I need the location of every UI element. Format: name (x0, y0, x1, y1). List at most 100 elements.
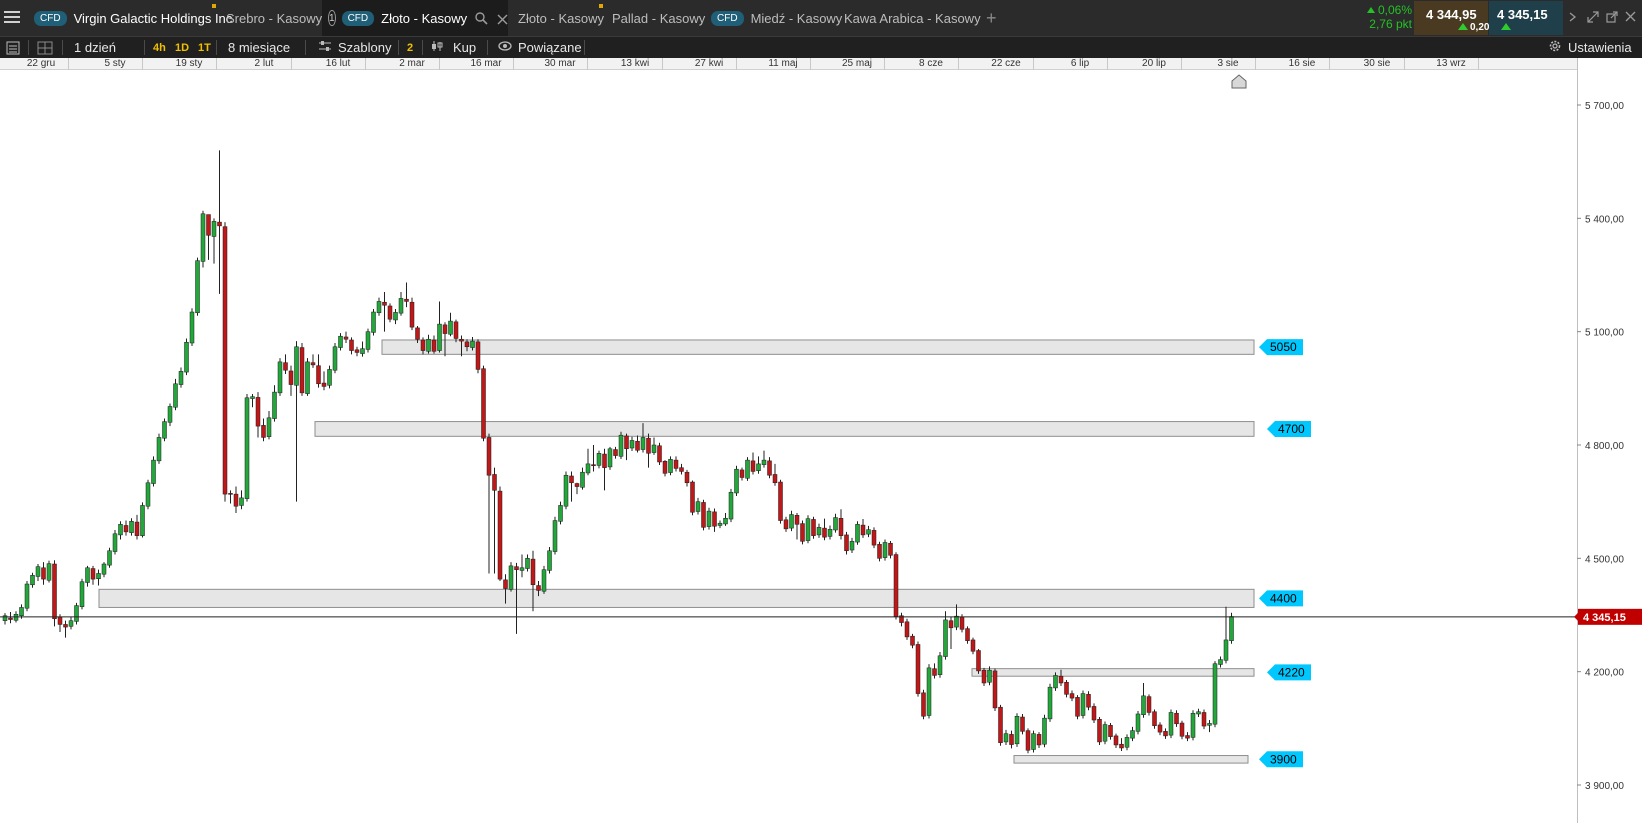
date-tick (1478, 58, 1479, 70)
interval-select[interactable]: 1 dzień (74, 37, 116, 58)
buy-button[interactable]: Kup (431, 37, 476, 58)
candle-body (822, 527, 827, 538)
list-view-icon[interactable] (6, 37, 20, 58)
candle-body (1130, 730, 1135, 739)
candle-body (387, 305, 393, 320)
tab-miedz[interactable]: CFD Miedź - Kasowy (705, 0, 848, 36)
tab-zloto-active[interactable]: 1 CFD Złoto - Kasowy (322, 0, 508, 36)
candle-body (156, 437, 162, 462)
candle-body (552, 520, 558, 552)
candle-body (657, 445, 662, 463)
date-axis: 22 gru 5 sty 19 sty 2 lut 16 lut 2 mar 16 mar 3… (0, 58, 1577, 70)
add-tab-plus-icon[interactable]: + (986, 8, 997, 29)
candle-body (52, 563, 57, 620)
candle-body (728, 491, 734, 520)
tab-label: Złoto - Kasowy (381, 10, 468, 26)
zone-label: 5050 (1270, 340, 1297, 354)
search-icon[interactable] (475, 11, 488, 25)
layout-grid-icon[interactable] (37, 37, 53, 58)
buy-price-button[interactable]: 4 345,15 (1489, 1, 1563, 35)
timeframe-4h[interactable]: 4h (153, 37, 166, 58)
candle-body (1042, 717, 1047, 745)
candle-body (134, 521, 140, 536)
candle-body (827, 528, 833, 537)
tab-srebro[interactable]: Srebro - Kasowy (220, 0, 328, 36)
related-button[interactable]: Powiązane (498, 37, 582, 58)
candle-body (321, 382, 327, 387)
templates-count[interactable]: 2 (407, 37, 413, 58)
candle-body (871, 530, 877, 546)
support-resistance-zone (971, 668, 1255, 677)
tab-notification-dot (599, 4, 603, 8)
candle-body (85, 567, 90, 583)
price-change-box: 0,06% 2,76 pkt (1350, 3, 1412, 31)
cfd-badge: CFD (341, 10, 375, 26)
tab-zloto[interactable]: Złoto - Kasowy (512, 0, 610, 36)
support-resistance-zone (381, 339, 1255, 355)
candle-body (305, 361, 310, 394)
cfd-badge: CFD (34, 10, 67, 26)
candle-body (959, 616, 965, 630)
candle-body (1003, 733, 1009, 743)
candle-body (1141, 695, 1146, 715)
date-tick (1329, 58, 1330, 70)
zone-label: 4400 (1270, 591, 1297, 605)
candle-body (816, 527, 822, 536)
candle-body (250, 396, 255, 399)
candle-body (24, 583, 30, 609)
price-label: 5 400,00 (1585, 214, 1624, 225)
cfd-badge: CFD (711, 10, 744, 26)
candle-body (409, 301, 415, 328)
candle-body (1223, 639, 1229, 661)
candle-body (420, 339, 426, 351)
tab-virgin-galactic[interactable]: CFD Virgin Galactic Holdings Inc (28, 0, 238, 36)
settings-button[interactable]: Ustawienia (1548, 37, 1632, 58)
candle-body (877, 544, 882, 559)
candle-body (536, 585, 541, 591)
related-label: Powiązane (518, 40, 582, 55)
timeframe-1t[interactable]: 1T (198, 37, 211, 58)
tab-label: Złoto - Kasowy (518, 10, 604, 26)
tab-kawa-arabica[interactable]: Kawa Arabica - Kasowy (838, 0, 987, 36)
candle-body (1064, 681, 1069, 695)
date-label: 11 maj (768, 58, 798, 69)
close-tab-icon[interactable] (497, 13, 508, 24)
popout-icon[interactable] (1606, 11, 1618, 26)
candle-body (57, 616, 63, 625)
candle-body (1146, 696, 1152, 713)
candle-body (866, 529, 871, 535)
chart-toolbar: 1 dzień 4h 1D 1T 8 miesiące Szablony 2 K… (0, 36, 1642, 58)
candle-body (844, 534, 849, 552)
candle-body (756, 463, 761, 471)
candle-body (668, 459, 673, 473)
range-select[interactable]: 8 miesiące (228, 37, 290, 58)
templates-button[interactable]: Szablony (318, 37, 391, 58)
candle-body (690, 481, 695, 513)
hamburger-menu-icon[interactable] (4, 8, 20, 28)
candle-body (206, 214, 211, 236)
candle-body (354, 349, 360, 353)
candle-body (63, 624, 68, 628)
date-label: 30 sie (1363, 58, 1391, 69)
candle-body (1069, 693, 1075, 699)
spread-value: 0,20 (1470, 22, 1490, 33)
tab-pallad[interactable]: Pallad - Kasowy (606, 0, 711, 36)
price-chart[interactable]: 5 700,00 5 400,00 5 100,00 4 800,00 4 500,00… (0, 70, 1642, 823)
timeframe-1d[interactable]: 1D (175, 37, 189, 58)
candle-body (855, 524, 860, 543)
candle-body (145, 482, 151, 507)
candle-body (211, 221, 217, 237)
candle-body (200, 213, 206, 262)
candle-body (965, 628, 970, 641)
candle-body (1201, 712, 1207, 727)
maximize-icon[interactable] (1587, 11, 1599, 26)
candle-body (464, 341, 470, 348)
candle-body (437, 323, 442, 351)
close-window-icon[interactable] (1625, 11, 1636, 25)
candle-body (79, 581, 85, 607)
date-label: 19 sty (175, 58, 203, 69)
window-list-icon[interactable] (1568, 11, 1580, 26)
candle-body (772, 474, 778, 484)
candle-body (904, 621, 910, 638)
tab-number-badge: 1 (328, 10, 336, 26)
